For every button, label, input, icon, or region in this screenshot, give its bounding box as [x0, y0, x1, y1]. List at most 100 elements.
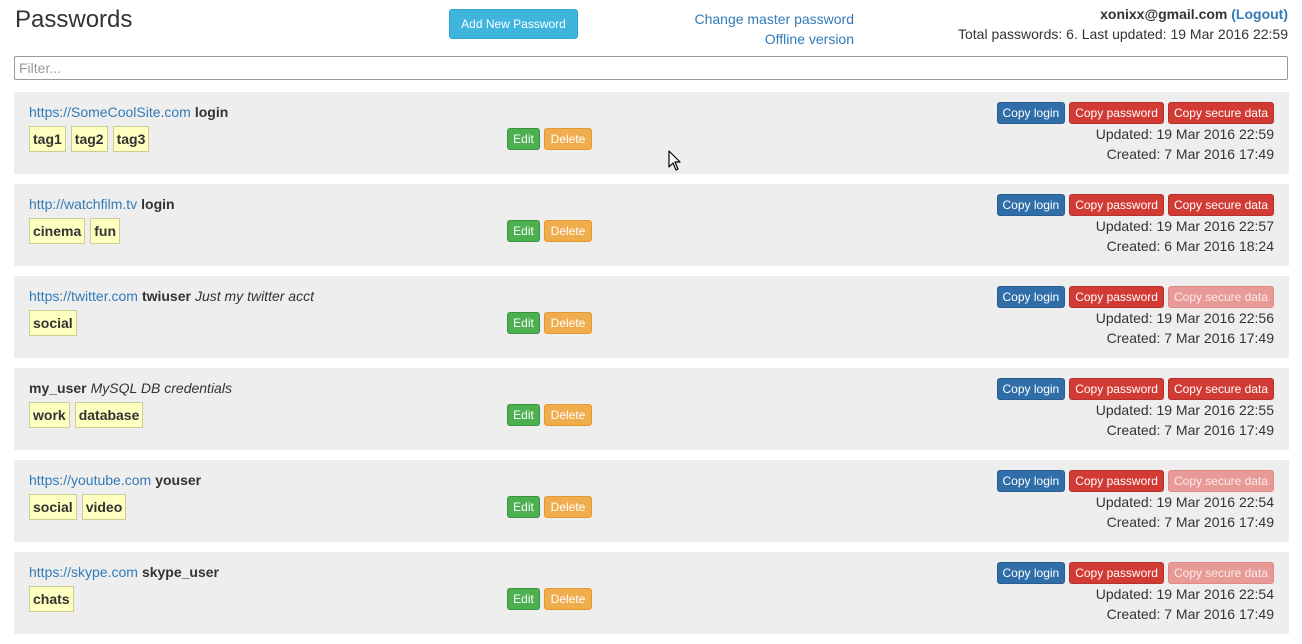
tag[interactable]: database	[74, 402, 144, 428]
login-name: twiuser	[141, 288, 191, 304]
site-link[interactable]: https://SomeCoolSite.com	[29, 104, 191, 120]
row-title: https://youtube.com youser	[29, 472, 201, 488]
copy-password-button[interactable]: Copy password	[1069, 470, 1164, 492]
delete-button[interactable]: Delete	[544, 496, 592, 518]
copy-login-button[interactable]: Copy login	[996, 562, 1066, 584]
tag-list: tag1 tag2 tag3	[29, 126, 150, 152]
copy-actions: Copy login Copy password Copy secure data	[996, 194, 1274, 216]
tag-list: chats	[29, 586, 74, 612]
delete-button[interactable]: Delete	[544, 404, 592, 426]
copy-secure-data-button[interactable]: Copy secure data	[1167, 194, 1274, 216]
login-name: login	[194, 104, 229, 120]
login-name: youser	[155, 472, 202, 488]
login-name: my_user	[29, 380, 87, 396]
filter-input[interactable]	[14, 56, 1288, 80]
site-link[interactable]: https://twitter.com	[29, 288, 138, 304]
summary-text: Total passwords: 6. Last updated: 19 Mar…	[958, 26, 1288, 42]
tag[interactable]: fun	[90, 218, 121, 244]
created-timestamp: Created: 7 Mar 2016 17:49	[1106, 146, 1274, 162]
password-list: https://SomeCoolSite.com login tag1 tag2 tag…	[14, 92, 1289, 644]
copy-secure-data-button: Copy secure data	[1167, 286, 1274, 308]
copy-actions: Copy login Copy password Copy secure data	[996, 286, 1274, 308]
edit-button[interactable]: Edit	[507, 220, 540, 242]
copy-actions: Copy login Copy password Copy secure data	[996, 102, 1274, 124]
delete-button[interactable]: Delete	[544, 128, 592, 150]
copy-actions: Copy login Copy password Copy secure data	[996, 470, 1274, 492]
tag-list: social video	[29, 494, 127, 520]
tag[interactable]: tag1	[29, 126, 66, 152]
tag-list: work database	[29, 402, 144, 428]
copy-password-button[interactable]: Copy password	[1069, 194, 1164, 216]
edit-button[interactable]: Edit	[507, 588, 540, 610]
site-link[interactable]: https://youtube.com	[29, 472, 151, 488]
delete-button[interactable]: Delete	[544, 588, 592, 610]
copy-password-button[interactable]: Copy password	[1069, 378, 1164, 400]
delete-button[interactable]: Delete	[544, 312, 592, 334]
copy-login-button[interactable]: Copy login	[996, 378, 1066, 400]
created-timestamp: Created: 6 Mar 2016 18:24	[1106, 238, 1274, 254]
password-row: https://skype.com skype_userchats Edit Dele…	[14, 552, 1289, 634]
password-row: my_user MySQL DB credentials work database E…	[14, 368, 1289, 450]
offline-version-link[interactable]: Offline version	[765, 31, 854, 47]
row-title: https://SomeCoolSite.com login	[29, 104, 228, 120]
login-name: skype_user	[141, 564, 219, 580]
copy-actions: Copy login Copy password Copy secure data	[996, 562, 1274, 584]
row-title: https://skype.com skype_user	[29, 564, 219, 580]
created-timestamp: Created: 7 Mar 2016 17:49	[1106, 330, 1274, 346]
row-title: http://watchfilm.tv login	[29, 196, 175, 212]
edit-button[interactable]: Edit	[507, 312, 540, 334]
tag[interactable]: tag2	[70, 126, 108, 152]
tag[interactable]: chats	[29, 586, 74, 612]
row-title: https://twitter.com twiuser Just my twitte…	[29, 288, 314, 304]
password-row: https://twitter.com twiuser Just my twitte…	[14, 276, 1289, 358]
tag[interactable]: social	[29, 494, 77, 520]
copy-login-button[interactable]: Copy login	[996, 102, 1066, 124]
note-text: Just my twitter acct	[194, 288, 314, 304]
updated-timestamp: Updated: 19 Mar 2016 22:57	[1095, 218, 1274, 234]
tag-list: cinema fun	[29, 218, 121, 244]
row-title: my_user MySQL DB credentials	[29, 380, 232, 396]
updated-timestamp: Updated: 19 Mar 2016 22:54	[1095, 586, 1274, 602]
updated-timestamp: Updated: 19 Mar 2016 22:55	[1095, 402, 1274, 418]
delete-button[interactable]: Delete	[544, 220, 592, 242]
tag-list: social	[29, 310, 77, 336]
tag[interactable]: cinema	[29, 218, 86, 244]
page-title: Passwords	[15, 6, 133, 33]
copy-secure-data-button: Copy secure data	[1167, 470, 1274, 492]
site-link[interactable]: https://skype.com	[29, 564, 138, 580]
site-link[interactable]: http://watchfilm.tv	[29, 196, 137, 212]
edit-button[interactable]: Edit	[507, 128, 540, 150]
copy-secure-data-button[interactable]: Copy secure data	[1167, 102, 1274, 124]
copy-password-button[interactable]: Copy password	[1069, 562, 1164, 584]
copy-login-button[interactable]: Copy login	[996, 286, 1066, 308]
copy-secure-data-button: Copy secure data	[1167, 562, 1274, 584]
mouse-cursor-icon	[668, 150, 681, 171]
edit-button[interactable]: Edit	[507, 496, 540, 518]
created-timestamp: Created: 7 Mar 2016 17:49	[1106, 514, 1274, 530]
logout-link[interactable]: (Logout)	[1231, 6, 1288, 22]
copy-password-button[interactable]: Copy password	[1069, 286, 1164, 308]
created-timestamp: Created: 7 Mar 2016 17:49	[1106, 606, 1274, 622]
created-timestamp: Created: 7 Mar 2016 17:49	[1106, 422, 1274, 438]
tag[interactable]: video	[81, 494, 127, 520]
password-row: https://youtube.com youser social video Edit…	[14, 460, 1289, 542]
copy-login-button[interactable]: Copy login	[996, 470, 1066, 492]
updated-timestamp: Updated: 19 Mar 2016 22:59	[1095, 126, 1274, 142]
updated-timestamp: Updated: 19 Mar 2016 22:54	[1095, 494, 1274, 510]
copy-password-button[interactable]: Copy password	[1069, 102, 1164, 124]
password-row: https://SomeCoolSite.com login tag1 tag2 tag…	[14, 92, 1289, 174]
password-row: http://watchfilm.tv login cinema fun Edit Del…	[14, 184, 1289, 266]
user-email: xonixx@gmail.com	[1100, 6, 1228, 22]
add-new-password-button[interactable]: Add New Password	[449, 9, 578, 39]
tag[interactable]: social	[29, 310, 77, 336]
updated-timestamp: Updated: 19 Mar 2016 22:56	[1095, 310, 1274, 326]
copy-secure-data-button[interactable]: Copy secure data	[1167, 378, 1274, 400]
change-master-password-link[interactable]: Change master password	[694, 11, 854, 27]
note-text: MySQL DB credentials	[90, 380, 232, 396]
user-info: xonixx@gmail.com (Logout)	[1100, 6, 1288, 22]
tag[interactable]: tag3	[112, 126, 150, 152]
copy-login-button[interactable]: Copy login	[996, 194, 1066, 216]
copy-actions: Copy login Copy password Copy secure data	[996, 378, 1274, 400]
tag[interactable]: work	[29, 402, 70, 428]
edit-button[interactable]: Edit	[507, 404, 540, 426]
